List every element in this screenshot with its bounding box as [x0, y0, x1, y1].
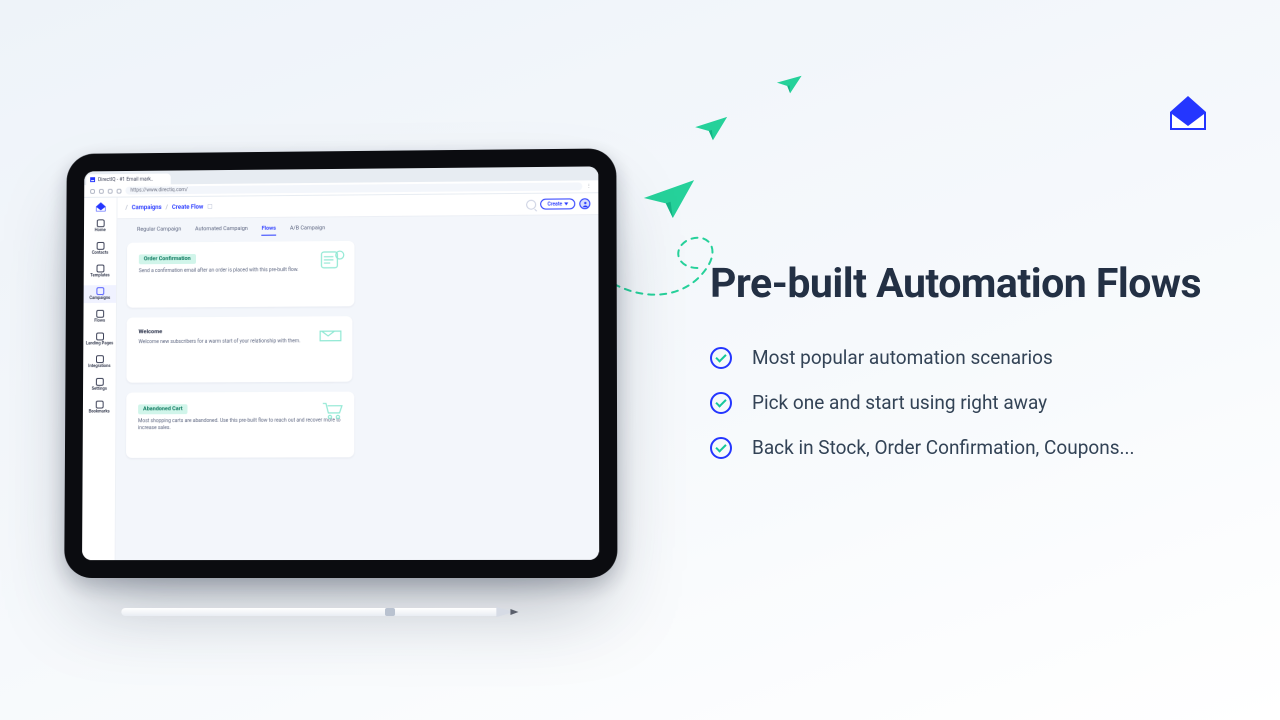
flow-card-desc: Most shopping carts are abandoned. Use t…	[138, 417, 342, 431]
settings-icon	[95, 378, 103, 386]
tablet-mockup: DirectIQ - #1 Email mark.. https://www.d…	[64, 148, 617, 578]
flow-card-order-confirmation[interactable]: Order Confirmation Send a confirmation e…	[127, 241, 355, 308]
create-button[interactable]: Create	[540, 198, 575, 209]
sidebar-item-settings[interactable]: Settings	[83, 376, 116, 394]
flow-card-abandoned-cart[interactable]: Abandoned Cart Most shopping carts are a…	[126, 392, 354, 458]
favicon-icon	[90, 177, 95, 182]
sidebar-item-contacts[interactable]: Contacts	[84, 240, 117, 258]
breadcrumb-link[interactable]: Create Flow	[172, 204, 203, 211]
browser-menu-icon[interactable]: ⋮	[586, 183, 592, 189]
check-circle-icon	[710, 437, 732, 459]
sidebar-item-integrations[interactable]: Integrations	[83, 353, 116, 371]
forward-icon[interactable]	[99, 188, 104, 193]
sidebar-item-templates[interactable]: Templates	[84, 262, 117, 280]
handshake-icon	[319, 324, 343, 346]
sidebar-item-label: Landing Pages	[86, 341, 113, 346]
templates-icon	[96, 265, 104, 273]
promo-panel: Pre-built Automation Flows Most popular …	[710, 260, 1220, 481]
sidebar-item-label: Integrations	[88, 364, 110, 369]
receipt-icon	[321, 249, 345, 271]
flow-card-title: Welcome	[138, 328, 340, 335]
flows-icon	[96, 310, 104, 318]
flow-card-welcome[interactable]: Welcome Welcome new subscribers for a wa…	[126, 316, 352, 383]
breadcrumb-link[interactable]: Campaigns	[132, 204, 162, 211]
avatar[interactable]	[579, 198, 590, 209]
sidebar-item-flows[interactable]: Flows	[83, 308, 116, 326]
sidebar-item-label: Settings	[92, 387, 107, 392]
address-bar-text: https://www.directiq.com/	[130, 187, 187, 193]
flow-card-desc: Send a confirmation email after an order…	[139, 267, 343, 275]
bookmarks-icon	[95, 401, 103, 409]
search-icon[interactable]	[526, 199, 536, 209]
sidebar-item-bookmarks[interactable]: Bookmarks	[83, 399, 116, 417]
tab-automated-campaign[interactable]: Automated Campaign	[195, 226, 248, 236]
sidebar: Home Contacts Templates Campaigns Flows …	[82, 198, 118, 561]
landing-pages-icon	[96, 333, 104, 341]
home-icon[interactable]	[117, 188, 122, 193]
flow-card-title: Abandoned Cart	[138, 404, 188, 414]
address-bar[interactable]: https://www.directiq.com/	[125, 182, 582, 194]
promo-bullet-text: Pick one and start using right away	[752, 391, 1047, 414]
cart-icon	[320, 400, 344, 422]
tablet-screen: DirectIQ - #1 Email mark.. https://www.d…	[82, 166, 599, 560]
browser-tab[interactable]: DirectIQ - #1 Email mark..	[86, 174, 171, 186]
paper-plane-icon	[774, 68, 805, 99]
flow-card-title: Order Confirmation	[139, 254, 196, 264]
stylus	[121, 604, 591, 624]
chevron-down-icon	[564, 202, 568, 205]
promo-bullet-text: Most popular automation scenarios	[752, 346, 1053, 369]
back-icon[interactable]	[90, 188, 95, 193]
reload-icon[interactable]	[108, 188, 113, 193]
sidebar-item-label: Home	[95, 228, 106, 233]
promo-headline: Pre-built Automation Flows	[710, 260, 1220, 308]
app-logo-icon[interactable]	[94, 201, 106, 213]
tab-ab-campaign[interactable]: A/B Campaign	[290, 225, 325, 235]
promo-bullet: Pick one and start using right away	[710, 391, 1220, 414]
home-icon	[96, 219, 104, 227]
browser-tab-title: DirectIQ - #1 Email mark..	[98, 176, 153, 182]
sidebar-item-home[interactable]: Home	[84, 217, 116, 235]
sidebar-item-label: Flows	[94, 319, 105, 324]
check-circle-icon	[710, 392, 732, 414]
sidebar-item-landing-pages[interactable]: Landing Pages	[83, 330, 116, 348]
tab-flows[interactable]: Flows	[262, 226, 276, 236]
flow-card-desc: Welcome new subscribers for a warm start…	[138, 338, 340, 346]
sidebar-item-label: Campaigns	[89, 296, 110, 301]
sidebar-item-label: Bookmarks	[89, 409, 110, 414]
breadcrumb: / Campaigns / Create Flow ☐	[125, 204, 212, 212]
campaigns-icon	[96, 287, 104, 295]
integrations-icon	[95, 355, 103, 363]
create-button-label: Create	[547, 201, 562, 207]
sidebar-item-campaigns[interactable]: Campaigns	[84, 285, 117, 303]
promo-bullet: Back in Stock, Order Confirmation, Coupo…	[710, 436, 1220, 459]
promo-bullet-text: Back in Stock, Order Confirmation, Coupo…	[752, 436, 1135, 459]
paper-plane-icon	[691, 107, 730, 146]
contacts-icon	[96, 242, 104, 250]
check-circle-icon	[710, 347, 732, 369]
promo-bullet: Most popular automation scenarios	[710, 346, 1220, 369]
brand-envelope-icon	[1166, 90, 1210, 134]
tab-regular-campaign[interactable]: Regular Campaign	[137, 227, 181, 237]
sidebar-item-label: Templates	[90, 273, 109, 278]
sidebar-item-label: Contacts	[92, 251, 109, 256]
bookmark-outline-icon[interactable]: ☐	[207, 204, 212, 211]
